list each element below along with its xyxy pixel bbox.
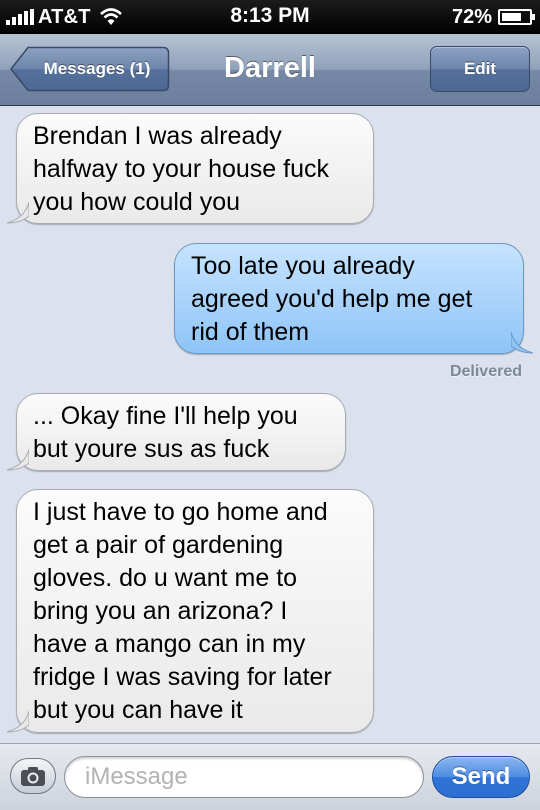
camera-button[interactable]: [10, 758, 56, 794]
bubble-tail: [7, 711, 29, 733]
message-line: gloves. do u want me to: [33, 564, 298, 592]
message-line: you how could you: [33, 188, 241, 216]
status-right: 72%: [451, 5, 535, 29]
imessage-input[interactable]: [64, 756, 424, 798]
send-button[interactable]: Send: [432, 756, 530, 798]
message-line: have a mango can in my: [33, 630, 306, 658]
bubble-tail: [7, 449, 29, 471]
message-bubble-sent[interactable]: Too late you already agreed you'd help m…: [174, 243, 533, 354]
message-line: agreed you'd help me get: [191, 285, 473, 313]
battery-charging-icon: [498, 9, 535, 25]
conversation-title: Darrell: [224, 52, 316, 84]
message-line: fridge I was saving for later: [33, 663, 332, 691]
message-line: bring you an arizona? I: [33, 597, 288, 625]
edit-button[interactable]: Edit: [430, 46, 530, 92]
message-bubble-received[interactable]: Brendan I was already halfway to your ho…: [7, 113, 374, 224]
message-line: but you can have it: [33, 696, 243, 724]
battery-percentage: 72%: [451, 5, 492, 28]
message-bubble-received[interactable]: I just have to go home and get a pair of…: [7, 489, 374, 733]
message-line: ... Okay fine I'll help you: [33, 402, 298, 430]
message-line: rid of them: [191, 318, 310, 346]
message-line: Too late you already: [191, 252, 415, 280]
message-line: Brendan I was already: [33, 122, 282, 150]
message-line: I just have to go home and: [33, 498, 328, 526]
message-composer: Send: [0, 743, 540, 810]
delivered-status: Delivered: [449, 363, 522, 380]
bubble-tail: [7, 202, 29, 224]
message-line: get a pair of gardening: [33, 531, 284, 559]
back-button[interactable]: Messages (1): [10, 46, 170, 92]
message-thread[interactable]: Brendan I was already halfway to your ho…: [0, 107, 540, 743]
message-line: but youre sus as fuck: [33, 435, 270, 463]
bubble-tail: [511, 332, 533, 354]
status-bar: AT&T 8:13 PM 72%: [0, 0, 540, 34]
camera-icon: [21, 767, 45, 786]
message-bubble-received[interactable]: ... Okay fine I'll help you but youre su…: [7, 393, 346, 471]
message-line: halfway to your house fuck: [33, 155, 329, 183]
nav-bar: Messages (1) Darrell Edit: [0, 34, 540, 106]
back-button-label: Messages (1): [43, 59, 151, 78]
